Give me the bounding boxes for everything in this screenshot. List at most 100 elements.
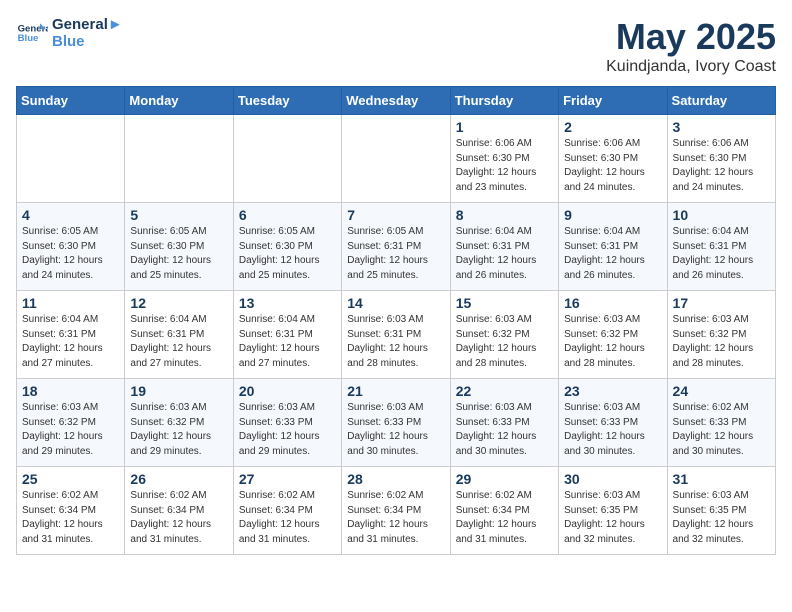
weekday-header-cell: Tuesday <box>233 87 341 115</box>
month-title: May 2025 <box>606 16 776 58</box>
calendar-cell: 4Sunrise: 6:05 AM Sunset: 6:30 PM Daylig… <box>17 203 125 291</box>
calendar-cell: 31 Sunrise: 6:03 AM Sunset: 6:35 PM Dayli… <box>667 467 775 555</box>
logo-subtext: Blue <box>52 33 123 50</box>
day-number: 2 <box>564 119 661 135</box>
day-info: Sunrise: 6:05 AM Sunset: 6:30 PM Dayligh… <box>130 225 227 283</box>
title-area: May 2025 Kuindjanda, Ivory Coast <box>606 16 776 76</box>
calendar-cell: 20 Sunrise: 6:03 AM Sunset: 6:33 PM Dayli… <box>233 379 341 467</box>
day-number: 1 <box>456 119 553 135</box>
day-number: 3 <box>673 119 770 135</box>
day-number: 23 <box>564 383 661 399</box>
calendar-cell: 7 Sunrise: 6:05 AM Sunset: 6:31 PM Daylig… <box>342 203 450 291</box>
weekday-header-cell: Saturday <box>667 87 775 115</box>
header: General Blue General► Blue May 2025 Kuin… <box>16 16 776 76</box>
calendar-cell <box>233 115 341 203</box>
calendar-cell: 1 Sunrise: 6:06 AM Sunset: 6:30 PM Daylig… <box>450 115 558 203</box>
day-number: 29 <box>456 471 553 487</box>
day-info: Sunrise: 6:04 AM Sunset: 6:31 PM Dayligh… <box>239 313 336 371</box>
day-info: Sunrise: 6:05 AM Sunset: 6:31 PM Dayligh… <box>347 225 444 283</box>
day-number: 9 <box>564 207 661 223</box>
day-number: 24 <box>673 383 770 399</box>
day-info: Sunrise: 6:02 AM Sunset: 6:34 PM Dayligh… <box>22 489 119 547</box>
calendar-cell: 3Sunrise: 6:06 AM Sunset: 6:30 PM Daylig… <box>667 115 775 203</box>
day-info: Sunrise: 6:02 AM Sunset: 6:34 PM Dayligh… <box>130 489 227 547</box>
day-number: 18 <box>22 383 119 399</box>
calendar-cell: 16 Sunrise: 6:03 AM Sunset: 6:32 PM Dayli… <box>559 291 667 379</box>
day-info: Sunrise: 6:02 AM Sunset: 6:34 PM Dayligh… <box>456 489 553 547</box>
day-info: Sunrise: 6:04 AM Sunset: 6:31 PM Dayligh… <box>564 225 661 283</box>
day-info: Sunrise: 6:03 AM Sunset: 6:32 PM Dayligh… <box>564 313 661 371</box>
calendar-cell: 18 Sunrise: 6:03 AM Sunset: 6:32 PM Dayli… <box>17 379 125 467</box>
day-number: 12 <box>130 295 227 311</box>
day-info: Sunrise: 6:06 AM Sunset: 6:30 PM Dayligh… <box>564 137 661 195</box>
day-number: 16 <box>564 295 661 311</box>
day-number: 4 <box>22 207 119 223</box>
day-number: 27 <box>239 471 336 487</box>
day-info: Sunrise: 6:05 AM Sunset: 6:30 PM Dayligh… <box>239 225 336 283</box>
day-number: 26 <box>130 471 227 487</box>
day-number: 14 <box>347 295 444 311</box>
calendar-week-row: 11Sunrise: 6:04 AM Sunset: 6:31 PM Dayli… <box>17 291 776 379</box>
day-number: 17 <box>673 295 770 311</box>
calendar-cell: 13 Sunrise: 6:04 AM Sunset: 6:31 PM Dayli… <box>233 291 341 379</box>
calendar-cell: 22Sunrise: 6:03 AM Sunset: 6:33 PM Dayli… <box>450 379 558 467</box>
day-info: Sunrise: 6:02 AM Sunset: 6:34 PM Dayligh… <box>347 489 444 547</box>
logo-icon: General Blue <box>16 17 48 49</box>
day-info: Sunrise: 6:03 AM Sunset: 6:35 PM Dayligh… <box>673 489 770 547</box>
calendar-cell: 28Sunrise: 6:02 AM Sunset: 6:34 PM Dayli… <box>342 467 450 555</box>
day-number: 6 <box>239 207 336 223</box>
day-number: 21 <box>347 383 444 399</box>
calendar-cell <box>342 115 450 203</box>
location-title: Kuindjanda, Ivory Coast <box>606 58 776 76</box>
day-number: 15 <box>456 295 553 311</box>
calendar-cell: 10Sunrise: 6:04 AM Sunset: 6:31 PM Dayli… <box>667 203 775 291</box>
day-info: Sunrise: 6:04 AM Sunset: 6:31 PM Dayligh… <box>22 313 119 371</box>
day-number: 31 <box>673 471 770 487</box>
day-info: Sunrise: 6:02 AM Sunset: 6:33 PM Dayligh… <box>673 401 770 459</box>
calendar-cell: 30Sunrise: 6:03 AM Sunset: 6:35 PM Dayli… <box>559 467 667 555</box>
calendar-cell: 12 Sunrise: 6:04 AM Sunset: 6:31 PM Dayli… <box>125 291 233 379</box>
logo: General Blue General► Blue <box>16 16 123 50</box>
day-info: Sunrise: 6:03 AM Sunset: 6:33 PM Dayligh… <box>239 401 336 459</box>
weekday-header-cell: Thursday <box>450 87 558 115</box>
day-info: Sunrise: 6:03 AM Sunset: 6:33 PM Dayligh… <box>456 401 553 459</box>
day-info: Sunrise: 6:04 AM Sunset: 6:31 PM Dayligh… <box>130 313 227 371</box>
weekday-header-cell: Friday <box>559 87 667 115</box>
calendar-cell: 23Sunrise: 6:03 AM Sunset: 6:33 PM Dayli… <box>559 379 667 467</box>
calendar-cell: 15 Sunrise: 6:03 AM Sunset: 6:32 PM Dayli… <box>450 291 558 379</box>
calendar-week-row: 1 Sunrise: 6:06 AM Sunset: 6:30 PM Daylig… <box>17 115 776 203</box>
calendar-week-row: 4 Sunrise: 6:05 AM Sunset: 6:30 PM Daylig… <box>17 203 776 291</box>
calendar-cell: 14 Sunrise: 6:03 AM Sunset: 6:31 PM Dayli… <box>342 291 450 379</box>
day-number: 5 <box>130 207 227 223</box>
calendar-cell: 26 Sunrise: 6:02 AM Sunset: 6:34 PM Dayli… <box>125 467 233 555</box>
weekday-header-cell: Monday <box>125 87 233 115</box>
day-info: Sunrise: 6:03 AM Sunset: 6:35 PM Dayligh… <box>564 489 661 547</box>
day-info: Sunrise: 6:03 AM Sunset: 6:33 PM Dayligh… <box>347 401 444 459</box>
day-number: 25 <box>22 471 119 487</box>
day-number: 20 <box>239 383 336 399</box>
day-number: 7 <box>347 207 444 223</box>
day-info: Sunrise: 6:03 AM Sunset: 6:32 PM Dayligh… <box>130 401 227 459</box>
calendar-week-row: 18 Sunrise: 6:03 AM Sunset: 6:32 PM Dayli… <box>17 379 776 467</box>
day-info: Sunrise: 6:03 AM Sunset: 6:31 PM Dayligh… <box>347 313 444 371</box>
day-info: Sunrise: 6:06 AM Sunset: 6:30 PM Dayligh… <box>456 137 553 195</box>
day-info: Sunrise: 6:04 AM Sunset: 6:31 PM Dayligh… <box>456 225 553 283</box>
day-info: Sunrise: 6:03 AM Sunset: 6:32 PM Dayligh… <box>22 401 119 459</box>
calendar-cell: 8 Sunrise: 6:04 AM Sunset: 6:31 PM Daylig… <box>450 203 558 291</box>
day-number: 10 <box>673 207 770 223</box>
calendar-week-row: 25 Sunrise: 6:02 AM Sunset: 6:34 PM Dayli… <box>17 467 776 555</box>
calendar-cell: 24 Sunrise: 6:02 AM Sunset: 6:33 PM Dayli… <box>667 379 775 467</box>
logo-text: General► <box>52 16 123 33</box>
day-info: Sunrise: 6:03 AM Sunset: 6:32 PM Dayligh… <box>456 313 553 371</box>
calendar-cell: 19Sunrise: 6:03 AM Sunset: 6:32 PM Dayli… <box>125 379 233 467</box>
calendar-cell <box>17 115 125 203</box>
weekday-header-cell: Wednesday <box>342 87 450 115</box>
day-number: 8 <box>456 207 553 223</box>
weekday-header-row: SundayMondayTuesdayWednesdayThursdayFrid… <box>17 87 776 115</box>
calendar-cell: 11Sunrise: 6:04 AM Sunset: 6:31 PM Dayli… <box>17 291 125 379</box>
day-number: 13 <box>239 295 336 311</box>
day-info: Sunrise: 6:02 AM Sunset: 6:34 PM Dayligh… <box>239 489 336 547</box>
calendar-cell: 27 Sunrise: 6:02 AM Sunset: 6:34 PM Dayli… <box>233 467 341 555</box>
calendar-cell: 21 Sunrise: 6:03 AM Sunset: 6:33 PM Dayli… <box>342 379 450 467</box>
calendar-cell <box>125 115 233 203</box>
